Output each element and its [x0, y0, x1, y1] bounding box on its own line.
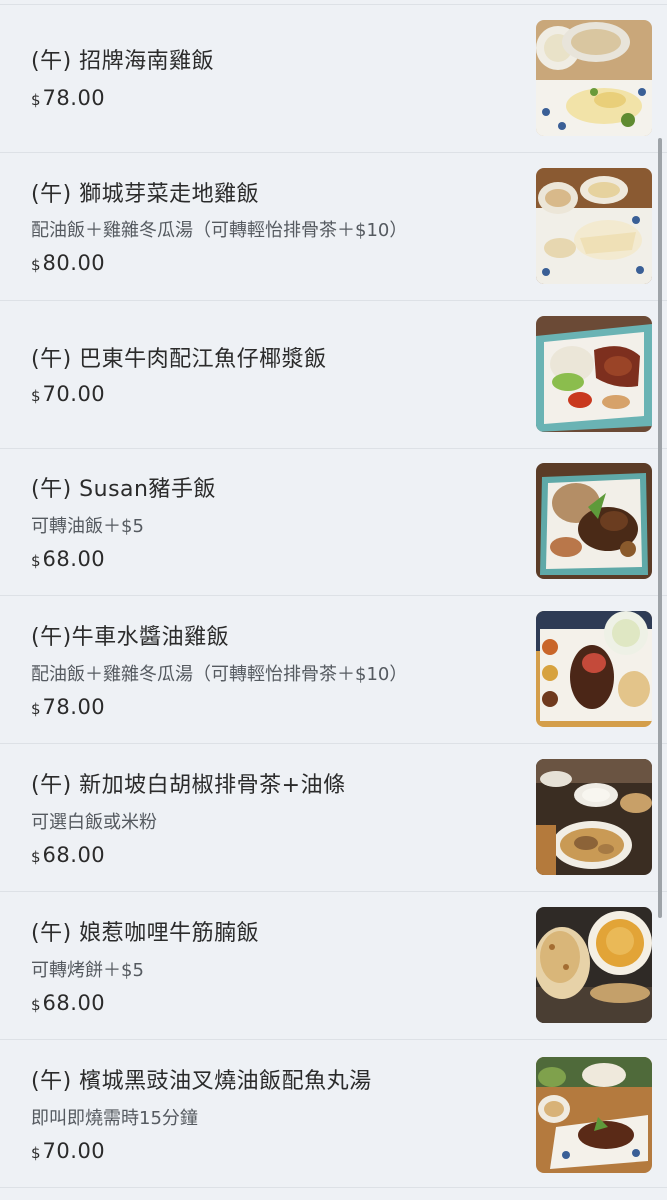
menu-item[interactable]: (午) 獅城芽菜走地雞飯 配油飯＋雞雜冬瓜湯（可轉輕怡排骨茶＋$10） $80.… [0, 153, 667, 301]
menu-item[interactable]: (午) 巴東牛肉配江魚仔椰漿飯 $70.00 [0, 301, 667, 449]
price-amount: 68.00 [42, 991, 106, 1015]
currency-symbol: $ [31, 387, 41, 405]
bak-kut-teh-photo [536, 759, 652, 875]
hainan-chicken-rice-photo [536, 20, 652, 136]
item-name: (午) 娘惹咖哩牛筋腩飯 [31, 921, 260, 946]
menu-item[interactable]: (午) 娘惹咖哩牛筋腩飯 可轉烤餅＋$5 $68.00 [0, 892, 667, 1040]
item-description: 配油飯＋雞雜冬瓜湯（可轉輕怡排骨茶＋$10） [31, 220, 408, 241]
item-price: $68.00 [31, 843, 105, 867]
item-price: $80.00 [31, 251, 105, 275]
price-amount: 80.00 [42, 251, 106, 275]
currency-symbol: $ [31, 552, 41, 570]
currency-symbol: $ [31, 700, 41, 718]
currency-symbol: $ [31, 848, 41, 866]
nyonya-curry-beef-photo [536, 907, 652, 1023]
soy-sauce-chicken-rice-photo [536, 611, 652, 727]
menu-item[interactable]: (午)牛車水醬油雞飯 配油飯＋雞雜冬瓜湯（可轉輕怡排骨茶＋$10） $78.00 [0, 596, 667, 744]
item-name: (午) 巴東牛肉配江魚仔椰漿飯 [31, 347, 327, 372]
item-name: (午) 招牌海南雞飯 [31, 49, 215, 74]
item-description: 可選白飯或米粉 [31, 812, 157, 833]
item-price: $68.00 [31, 547, 105, 571]
price-amount: 68.00 [42, 547, 106, 571]
pork-knuckle-rice-photo [536, 463, 652, 579]
menu-list: (午) 招牌海南雞飯 $78.00 (午) 獅城芽菜走地雞飯 配油飯＋雞雜冬瓜湯… [0, 0, 667, 1200]
menu-item[interactable]: (午) 招牌海南雞飯 $78.00 [0, 5, 667, 153]
currency-symbol: $ [31, 256, 41, 274]
item-name: (午) 獅城芽菜走地雞飯 [31, 182, 260, 207]
menu-item[interactable]: (午) Susan豬手飯 可轉油飯＋$5 $68.00 [0, 448, 667, 596]
item-name: (午) Susan豬手飯 [31, 477, 216, 502]
price-amount: 78.00 [42, 695, 106, 719]
currency-symbol: $ [31, 996, 41, 1014]
beef-rendang-nasi-lemak-photo [536, 316, 652, 432]
item-price: $78.00 [31, 695, 105, 719]
price-amount: 68.00 [42, 843, 106, 867]
beansprout-chicken-rice-photo [536, 168, 652, 284]
item-price: $70.00 [31, 1139, 105, 1163]
item-price: $70.00 [31, 382, 105, 406]
item-name: (午)牛車水醬油雞飯 [31, 625, 230, 650]
item-description: 可轉油飯＋$5 [31, 516, 144, 537]
currency-symbol: $ [31, 91, 41, 109]
item-name: (午) 檳城黑豉油叉燒油飯配魚丸湯 [31, 1069, 372, 1094]
scrollbar[interactable] [658, 138, 662, 918]
item-description: 即叫即燒需時15分鐘 [31, 1108, 198, 1129]
item-description: 配油飯＋雞雜冬瓜湯（可轉輕怡排骨茶＋$10） [31, 664, 408, 685]
item-name: (午) 新加坡白胡椒排骨茶+油條 [31, 773, 346, 798]
price-amount: 70.00 [42, 1139, 106, 1163]
item-price: $78.00 [31, 86, 105, 110]
char-siu-rice-photo [536, 1057, 652, 1173]
item-price: $68.00 [31, 991, 105, 1015]
menu-item[interactable]: (午) 新加坡白胡椒排骨茶+油條 可選白飯或米粉 $68.00 [0, 744, 667, 892]
item-description: 可轉烤餅＋$5 [31, 960, 144, 981]
currency-symbol: $ [31, 1144, 41, 1162]
menu-item[interactable]: (午) 檳城黑豉油叉燒油飯配魚丸湯 即叫即燒需時15分鐘 $70.00 [0, 1040, 667, 1188]
price-amount: 78.00 [42, 86, 106, 110]
price-amount: 70.00 [42, 382, 106, 406]
